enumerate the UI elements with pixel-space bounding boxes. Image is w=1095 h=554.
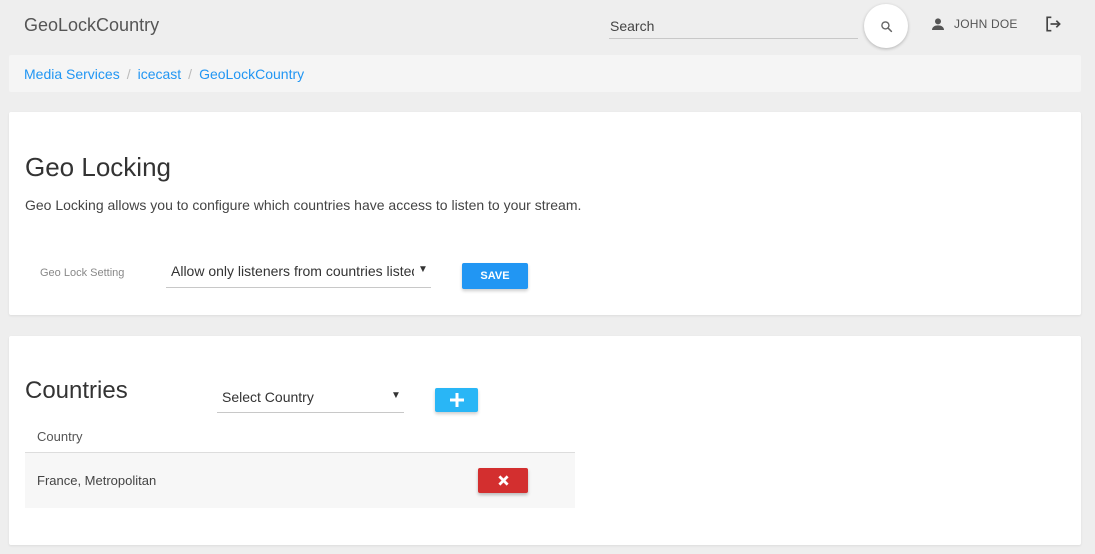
save-button[interactable]: SAVE [462, 263, 528, 289]
row-actions [466, 452, 575, 508]
table-row: France, Metropolitan [25, 452, 575, 508]
geo-locking-description: Geo Locking allows you to configure whic… [25, 197, 582, 213]
geo-lock-setting-select[interactable]: Allow only listeners from countries list… [166, 258, 431, 288]
geo-lock-setting-value: Allow only listeners from countries list… [171, 263, 414, 279]
geo-locking-title: Geo Locking [25, 152, 171, 182]
column-header-actions [466, 420, 575, 453]
breadcrumb-separator: / [126, 65, 131, 82]
chevron-down-icon: ▼ [418, 264, 428, 275]
geo-locking-card: Geo Locking Geo Locking allows you to co… [9, 112, 1081, 315]
logout-button[interactable] [1043, 14, 1063, 34]
breadcrumb: Media Services / icecast / GeoLockCountr… [9, 55, 1081, 92]
breadcrumb-separator: / [188, 65, 193, 82]
close-icon [497, 475, 509, 486]
user-name: JOHN DOE [954, 17, 1018, 31]
search-input[interactable] [609, 14, 859, 38]
user-menu[interactable]: JOHN DOE [930, 16, 1018, 32]
app-title: GeoLockCountry [24, 15, 160, 35]
chevron-down-icon: ▼ [391, 390, 401, 401]
search-field[interactable] [609, 14, 859, 39]
search-button[interactable] [864, 4, 908, 48]
add-country-button[interactable] [435, 388, 478, 412]
geo-lock-setting-label: Geo Lock Setting [40, 267, 125, 279]
country-name: France, Metropolitan [25, 452, 466, 508]
column-header-country: Country [25, 420, 466, 453]
breadcrumb-media-services[interactable]: Media Services [24, 66, 120, 82]
table-header-row: Country [25, 420, 575, 453]
logout-icon [1046, 16, 1061, 32]
search-icon [880, 20, 892, 32]
top-bar: GeoLockCountry JOHN DOE [0, 0, 1095, 52]
breadcrumb-geolockcountry[interactable]: GeoLockCountry [199, 66, 304, 82]
plus-icon [449, 393, 464, 407]
countries-table: Country France, Metropolitan [25, 420, 575, 508]
country-select[interactable]: Select Country ▼ [217, 382, 404, 413]
person-icon [932, 18, 944, 30]
breadcrumb-icecast[interactable]: icecast [138, 66, 182, 82]
countries-title: Countries [25, 377, 128, 404]
country-select-value: Select Country [222, 389, 314, 405]
delete-country-button[interactable] [478, 468, 528, 493]
countries-card: Countries Select Country ▼ Country Franc… [9, 336, 1081, 545]
